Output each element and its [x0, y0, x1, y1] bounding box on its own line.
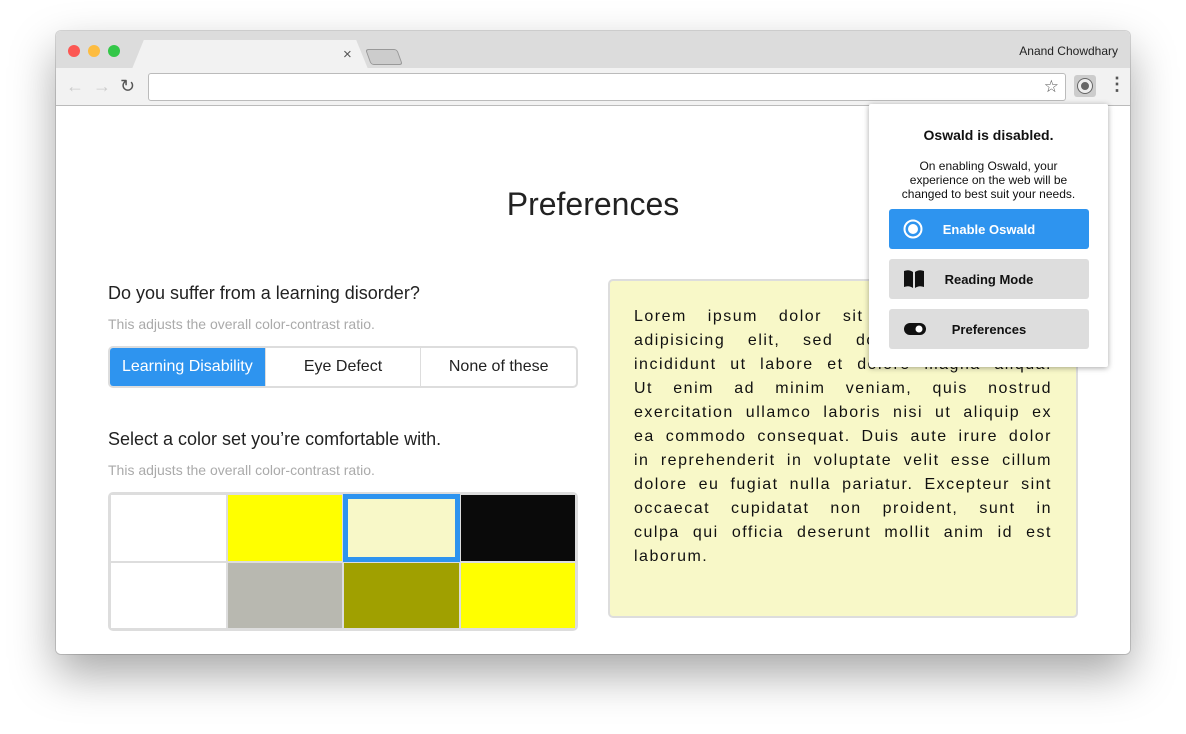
back-icon[interactable]: ← — [66, 76, 84, 97]
learning-disorder-question: Do you suffer from a learning disorder? — [108, 283, 420, 303]
enable-label: Enable Oswald — [942, 221, 1036, 237]
color-set-hint: This adjusts the overall color-contrast … — [108, 462, 375, 478]
color-swatch[interactable] — [459, 494, 576, 562]
oswald-popup: Oswald is disabled. On enabling Oswald, … — [869, 104, 1108, 367]
color-swatch[interactable] — [343, 561, 460, 629]
address-bar[interactable]: ☆ — [148, 73, 1066, 101]
toolbar: ← → ↻ ☆ ⋮ — [56, 68, 1130, 106]
minimize-window-button[interactable] — [88, 45, 100, 57]
option-learning-disability[interactable]: Learning Disability — [110, 348, 266, 386]
menu-dots-icon[interactable]: ⋮ — [1108, 74, 1126, 95]
title-bar: × Anand Chowdhary — [56, 31, 1130, 69]
color-swatch[interactable] — [226, 561, 343, 629]
maximize-window-button[interactable] — [108, 45, 120, 57]
color-swatch-grid — [108, 492, 578, 631]
popup-description: On enabling Oswald, your experience on t… — [901, 159, 1076, 201]
color-swatch[interactable] — [110, 494, 227, 562]
bookmark-star-icon[interactable]: ☆ — [1044, 77, 1059, 97]
tab-close-icon[interactable]: × — [343, 46, 352, 63]
forward-icon[interactable]: → — [93, 76, 111, 97]
option-none[interactable]: None of these — [421, 348, 576, 386]
color-set-question: Select a color set you’re comfortable wi… — [108, 429, 442, 449]
book-icon — [904, 270, 924, 288]
reading-mode-button[interactable]: Reading Mode — [889, 259, 1089, 299]
new-tab-button[interactable] — [365, 49, 403, 65]
close-window-button[interactable] — [68, 45, 80, 57]
toggle-icon — [904, 323, 926, 335]
popup-title: Oswald is disabled. — [923, 127, 1054, 143]
learning-disorder-selector: Learning Disability Eye Defect None of t… — [108, 346, 578, 388]
radio-icon — [903, 219, 923, 239]
color-swatch[interactable] — [343, 494, 460, 562]
color-swatch[interactable] — [459, 561, 576, 629]
learning-disorder-hint: This adjusts the overall color-contrast … — [108, 316, 375, 332]
profile-name[interactable]: Anand Chowdhary — [1019, 44, 1118, 58]
enable-oswald-button[interactable]: Enable Oswald — [889, 209, 1089, 249]
color-swatch[interactable] — [110, 561, 227, 629]
option-eye-defect[interactable]: Eye Defect — [266, 348, 422, 386]
reading-label: Reading Mode — [944, 271, 1034, 287]
preferences-button[interactable]: Preferences — [889, 309, 1089, 349]
browser-tab[interactable] — [132, 40, 368, 69]
oswald-extension-icon[interactable] — [1074, 75, 1096, 97]
reload-icon[interactable]: ↻ — [120, 76, 135, 97]
color-swatch[interactable] — [226, 494, 343, 562]
preferences-label: Preferences — [951, 321, 1027, 337]
